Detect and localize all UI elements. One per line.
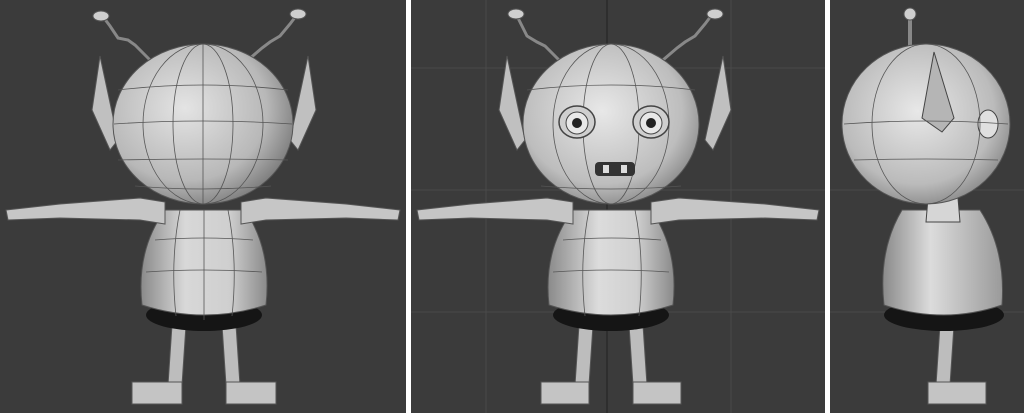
- mouth: [595, 162, 635, 176]
- viewport-side-canvas[interactable]: [830, 0, 1024, 413]
- left-arm: [416, 197, 574, 225]
- head: [522, 43, 700, 205]
- right-arm: [650, 197, 820, 225]
- viewport-front-canvas[interactable]: [411, 0, 825, 413]
- right-antenna: [247, 15, 298, 62]
- right-arm: [240, 197, 401, 225]
- left-leg: [167, 324, 187, 386]
- torso: [547, 209, 675, 316]
- foot: [927, 381, 987, 405]
- left-eye: [558, 105, 596, 139]
- left-ear: [498, 55, 526, 151]
- left-antenna: [515, 15, 561, 62]
- left-antenna-tip: [507, 8, 525, 20]
- viewport-back[interactable]: [0, 0, 406, 413]
- right-foot: [225, 381, 277, 405]
- character-model-side[interactable]: [841, 7, 1011, 405]
- left-foot: [131, 381, 183, 405]
- right-ear: [289, 55, 317, 151]
- right-leg: [221, 324, 241, 386]
- left-arm: [5, 197, 166, 225]
- right-antenna-tip: [289, 8, 307, 20]
- left-antenna-tip: [92, 10, 110, 22]
- left-foot: [540, 381, 590, 405]
- antenna-tip: [903, 7, 917, 21]
- torso: [882, 209, 1003, 316]
- viewport-layout: [0, 0, 1024, 413]
- right-antenna: [662, 15, 713, 62]
- right-antenna-tip: [706, 8, 724, 20]
- leg: [935, 324, 955, 386]
- character-model-back[interactable]: [5, 8, 401, 405]
- viewport-side[interactable]: [830, 0, 1024, 413]
- right-eye: [632, 105, 670, 139]
- viewport-front[interactable]: [411, 0, 825, 413]
- right-leg: [628, 324, 648, 386]
- left-antenna: [102, 17, 152, 62]
- right-ear: [704, 55, 732, 151]
- left-leg: [574, 324, 594, 386]
- eye: [977, 109, 999, 139]
- right-foot: [632, 381, 682, 405]
- viewport-back-canvas[interactable]: [0, 0, 406, 413]
